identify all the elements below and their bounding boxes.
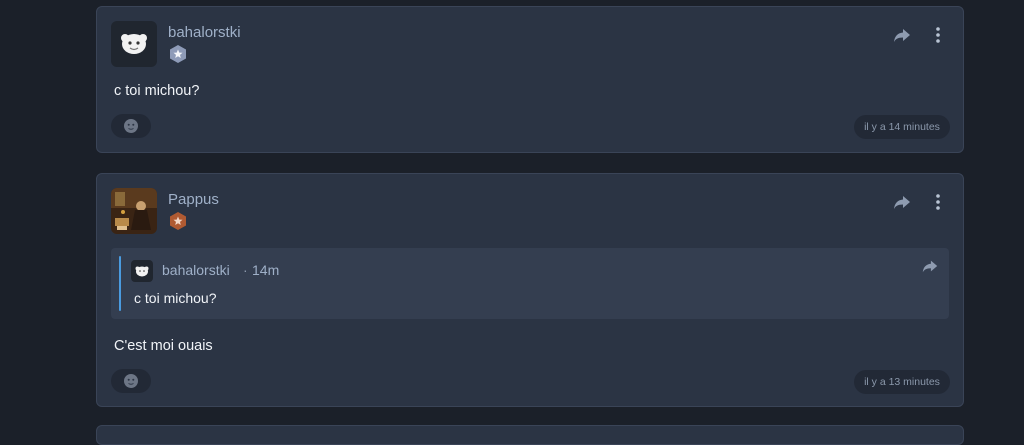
painting-avatar-icon <box>111 188 157 234</box>
quote-time: 14m <box>252 262 280 278</box>
post-card <box>96 425 964 445</box>
sheep-face-icon <box>121 34 147 54</box>
share-icon[interactable] <box>892 25 912 45</box>
emoji-face-icon <box>124 119 138 133</box>
add-reaction-button[interactable] <box>111 114 151 138</box>
post-body: C'est moi ouais <box>114 338 213 354</box>
emoji-face-icon <box>124 374 138 388</box>
go-to-quote-icon[interactable] <box>921 257 939 275</box>
quote-accent-bar <box>119 256 121 311</box>
user-avatar[interactable] <box>111 21 157 67</box>
user-avatar[interactable] <box>111 188 157 234</box>
post-timestamp: il y a 14 minutes <box>854 115 950 139</box>
quoted-post[interactable]: bahalorstki · 14m c toi michou? <box>111 248 949 319</box>
quote-username[interactable]: bahalorstki <box>162 262 230 278</box>
quote-separator: · <box>243 262 248 278</box>
post-username[interactable]: Pappus <box>168 191 219 208</box>
sheep-face-icon <box>135 266 149 277</box>
quote-avatar <box>131 260 153 282</box>
more-options-icon[interactable] <box>929 192 947 212</box>
post-body: c toi michou? <box>114 83 200 99</box>
add-reaction-button[interactable] <box>111 369 151 393</box>
star-shield-badge-icon <box>168 211 188 231</box>
star-shield-badge-icon <box>168 44 188 64</box>
quote-text: c toi michou? <box>134 290 217 306</box>
post-card: bahalorstki c toi michou? il y a 14 minu… <box>96 6 964 153</box>
post-username[interactable]: bahalorstki <box>168 24 241 41</box>
more-options-icon[interactable] <box>929 25 947 45</box>
share-icon[interactable] <box>892 192 912 212</box>
post-timestamp: il y a 13 minutes <box>854 370 950 394</box>
post-card: Pappus bahalorstki · 14m c toi michou? C… <box>96 173 964 407</box>
